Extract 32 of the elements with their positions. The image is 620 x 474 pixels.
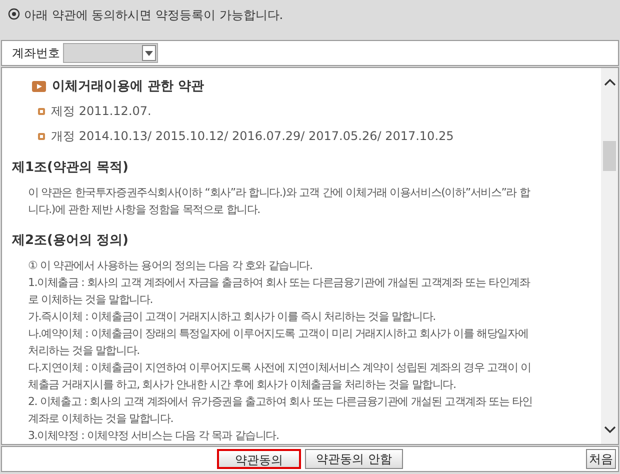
date-text: 제정 2011.12.07. — [51, 103, 152, 120]
body-line: 이 약관은 한국투자증권주식회사(이하 “회사”라 합니다.)와 고객 간에 이체거래 이용서비스(이하”서비스”라 합 — [28, 185, 530, 201]
agree-button[interactable]: 약관동의 — [217, 449, 302, 469]
body-line: 1.이체출금 : 회사의 고객 계좌에서 자금을 출금하여 회사 또는 다른금융기관에 개설된 고객계좌 또는 타인계좌 — [28, 275, 530, 291]
section-heading: 제1조(약관의 목적) — [12, 159, 128, 176]
body-line: 계좌로 이체하는 것을 말합니다. — [28, 411, 174, 427]
scroll-down-icon[interactable] — [604, 426, 616, 434]
body-line: 나.예약이체 : 이체출금이 장래의 특정일자에 이루어지도록 고객이 미리 거래지시하고 회사가 이를 해당일자에 — [28, 326, 528, 342]
body-line: 로 이체하는 것을 말합니다. — [28, 292, 152, 308]
radio-icon — [8, 8, 20, 20]
document-title: 이체거래이용에 관한 약관 — [52, 78, 204, 95]
body-line: 3.이체약정 : 이체약정 서비스는 다음 각 목과 같습니다. — [28, 428, 279, 444]
account-label: 계좌번호 — [12, 45, 60, 62]
scrollbar[interactable] — [601, 68, 618, 444]
section-heading: 제2조(용어의 정의) — [12, 232, 128, 249]
first-button[interactable]: 처음 — [586, 449, 616, 469]
body-line: ① 이 약관에서 사용하는 용어의 정의는 다음 각 호와 같습니다. — [28, 258, 312, 274]
bullet-icon — [38, 133, 45, 140]
body-line: 체출금 거래지시를 하고, 회사가 안내한 시간 후에 회사가 이체출금을 처리하는 것을 말합니다. — [28, 377, 456, 393]
date-text: 개정 2014.10.13/ 2015.10.12/ 2016.07.29/ 2017.05.26/ 2017.10.25 — [51, 128, 454, 145]
body-line: 니다.)에 관한 제반 사항을 정함을 목적으로 합니다. — [28, 202, 260, 218]
play-icon — [32, 81, 46, 92]
body-line: 처리하는 것을 말합니다. — [28, 343, 140, 359]
scroll-up-icon[interactable] — [604, 78, 616, 86]
body-line: 다.지연이체 : 이체출금이 지연하여 이루어지도록 사전에 지연이체서비스 계약이 성립된 계좌의 경우 고객이 이 — [28, 360, 531, 376]
bullet-icon — [38, 108, 45, 115]
agree-button[interactable]: 약관동의 안함 — [305, 449, 403, 469]
scroll-thumb[interactable] — [603, 141, 616, 171]
body-line: 가.즉시이체 : 이체출금이 고객이 거래지시하고 회사가 이를 즉시 처리하는 것을 말합니다. — [28, 309, 436, 325]
body-line: 2. 이체출고 : 회사의 고객 계좌에서 유가증권을 출고하여 회사 또는 다른금융기관에 개설된 고객계좌 또는 타인 — [28, 394, 532, 410]
notice-text: 아래 약관에 동의하시면 약정등록이 가능합니다. — [24, 7, 284, 24]
account-select[interactable] — [63, 43, 158, 63]
